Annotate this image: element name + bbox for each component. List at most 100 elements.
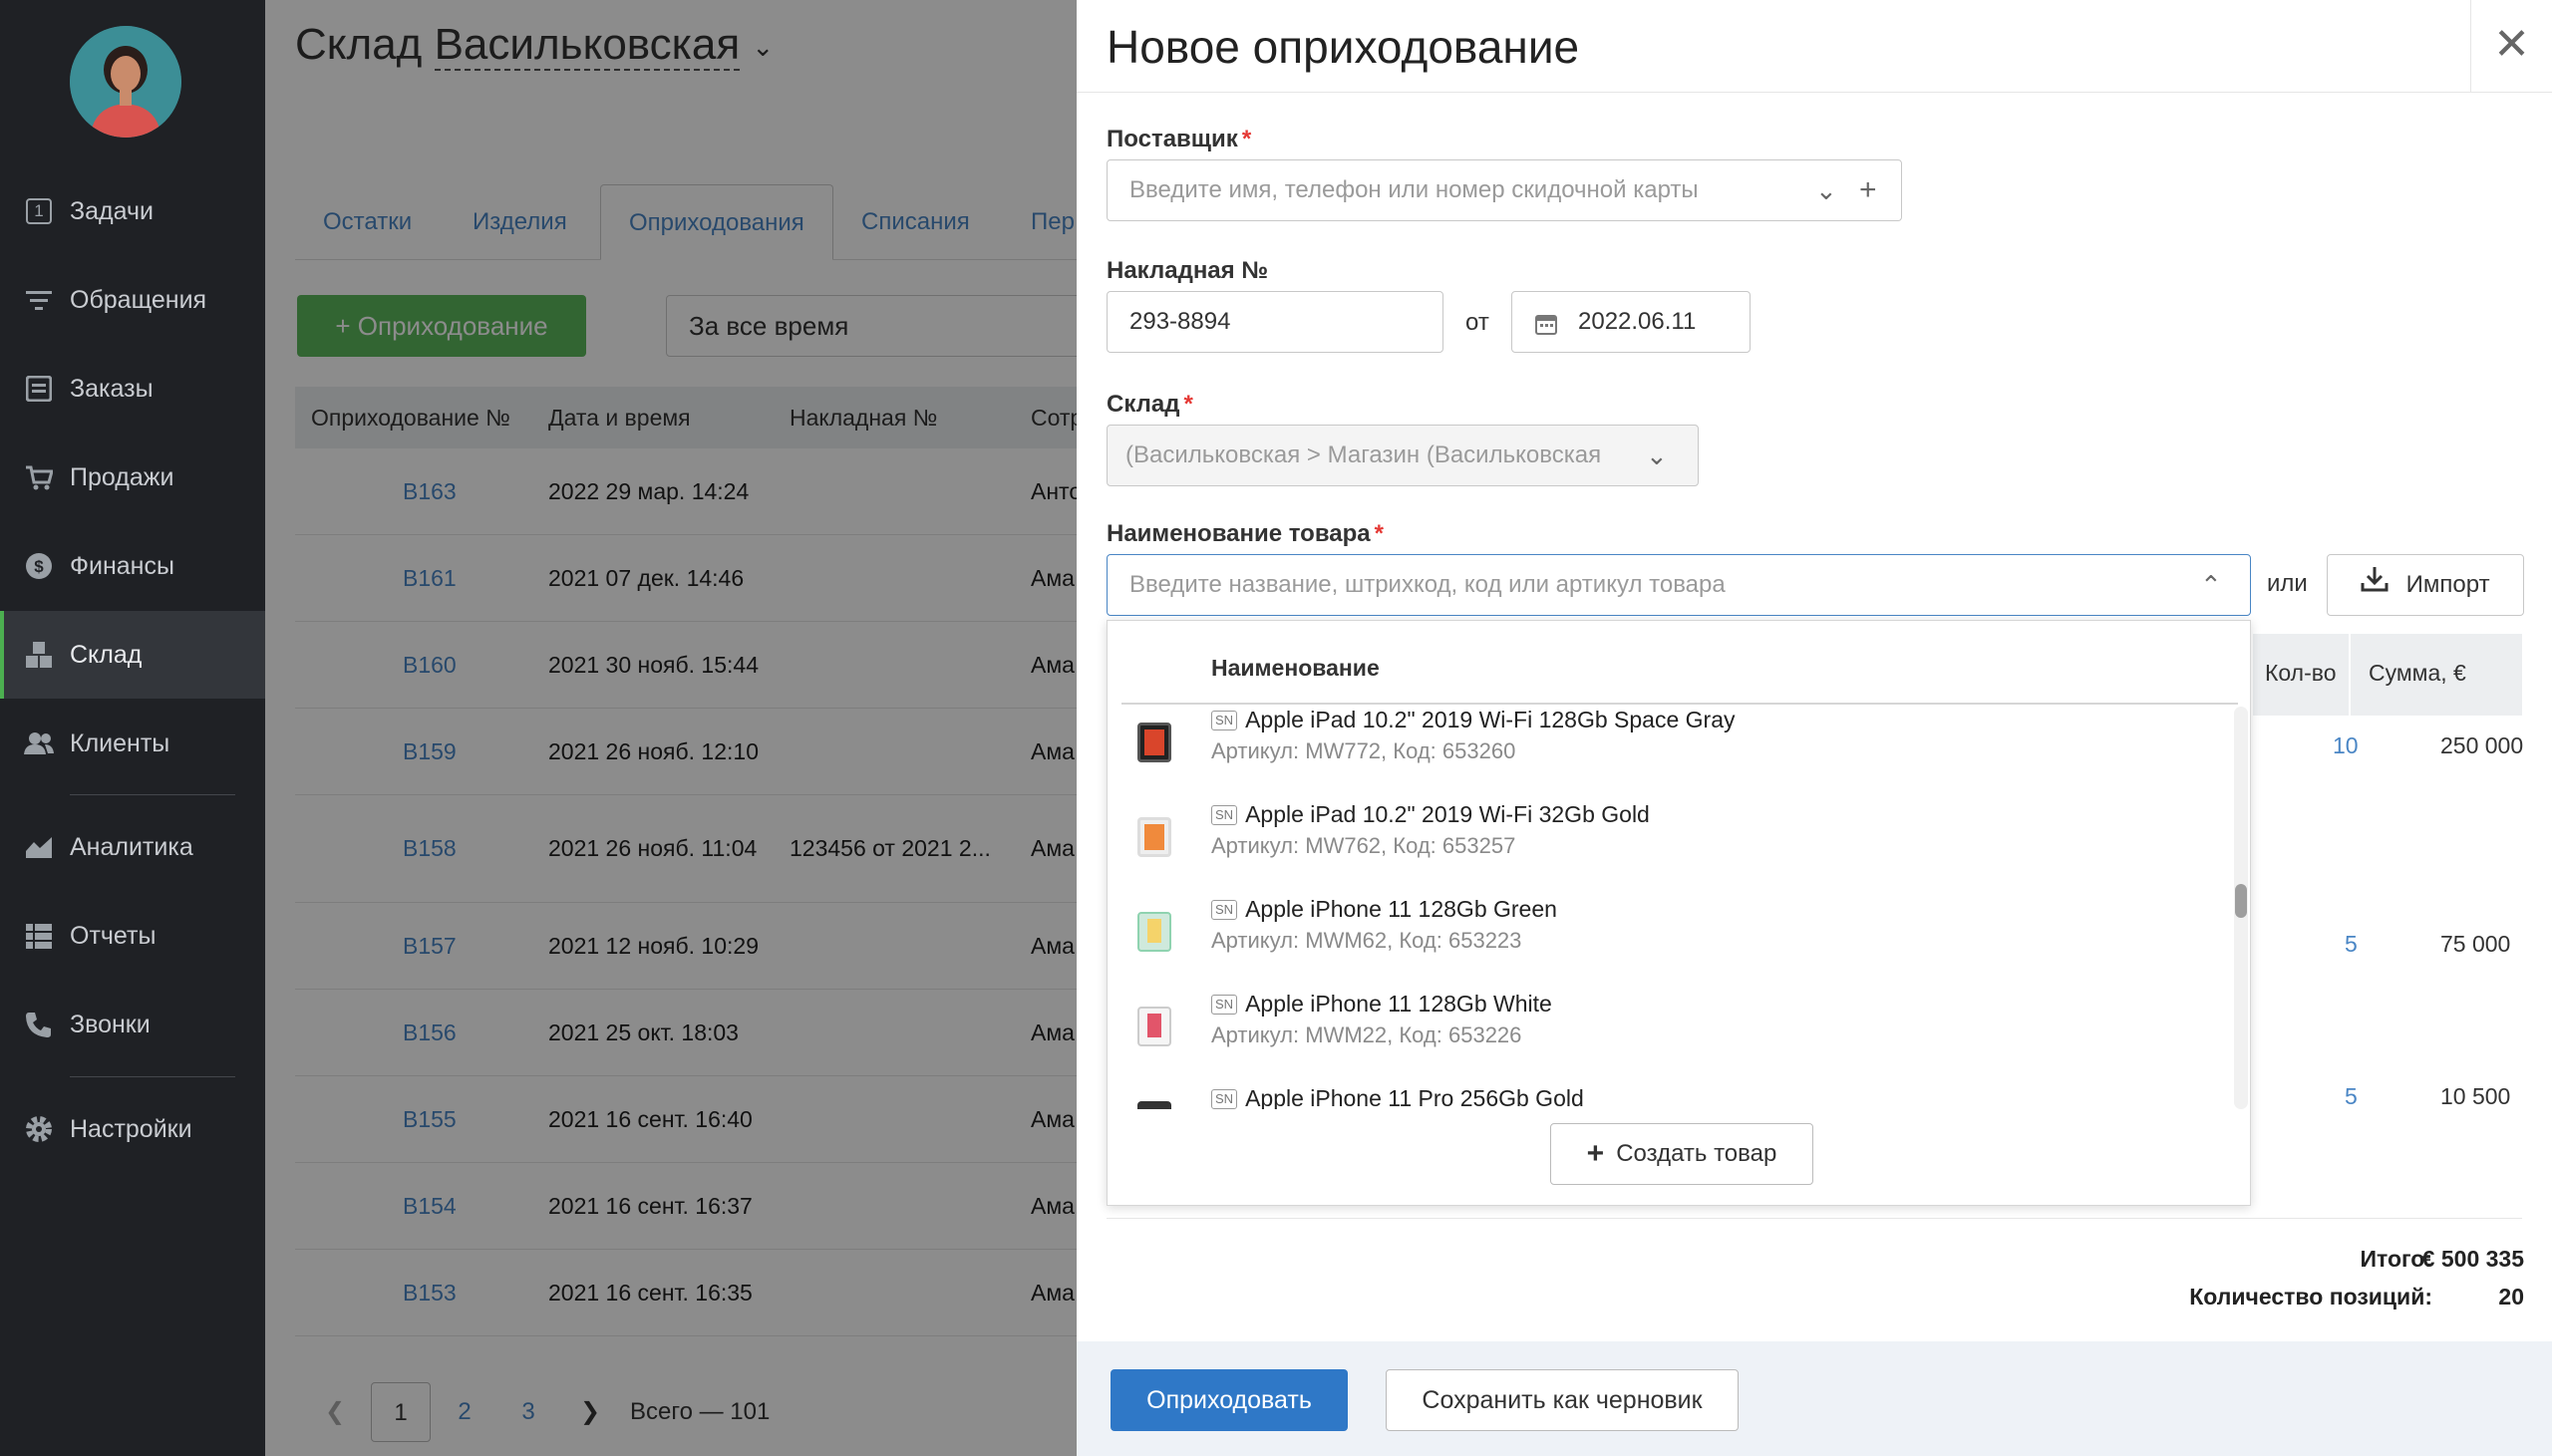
product-article: Артикул: MWM22, Код: 653226: [1211, 1022, 1522, 1047]
reports-icon: [24, 921, 54, 951]
column-divider: [2349, 634, 2351, 716]
tasks-icon: 1: [24, 196, 54, 226]
sidebar-item-label: Продажи: [70, 462, 174, 491]
chevron-up-icon[interactable]: ⌃: [2200, 555, 2222, 615]
cart-icon: [24, 462, 54, 492]
placeholder: Введите название, штрихкод, код или арти…: [1129, 571, 1726, 598]
sidebar-item-calls[interactable]: Звонки: [0, 981, 265, 1068]
create-product-button[interactable]: + Создать товар: [1550, 1123, 1813, 1185]
invoice-number-input[interactable]: 293-8894: [1107, 291, 1443, 353]
drawer-title: Новое оприходование: [1107, 21, 1580, 73]
required-mark: *: [1374, 520, 1384, 547]
serial-number-badge: SN: [1211, 995, 1238, 1015]
download-icon: [2360, 556, 2390, 616]
serial-number-badge: SN: [1211, 1089, 1238, 1109]
product-list: SN Apple iPad 10.2" 2019 Wi-Fi 128Gb Spac…: [1121, 707, 2218, 1109]
product-thumbnail: [1137, 912, 1171, 952]
warehouse-label: Склад *: [1107, 391, 1193, 419]
sidebar-item-label: Настройки: [70, 1114, 192, 1143]
sidebar-item-orders[interactable]: Заказы: [0, 345, 265, 433]
qty-header: Кол-во: [2265, 660, 2337, 686]
sidebar-item-label: Задачи: [70, 196, 154, 225]
product-thumbnail: [1137, 1007, 1171, 1046]
sum-header: Сумма, €: [2369, 660, 2466, 686]
product-name: SN Apple iPhone 11 128Gb Green: [1211, 896, 1557, 923]
divider: [1107, 1218, 2522, 1219]
orders-icon: [24, 374, 54, 404]
or-label: или: [2267, 570, 2308, 597]
save-draft-button[interactable]: Сохранить как черновик: [1386, 1369, 1739, 1431]
warehouse-icon: [24, 640, 54, 670]
product-search-input[interactable]: Введите название, штрихкод, код или арти…: [1107, 554, 2251, 616]
warehouse-select[interactable]: (Васильковская > Магазин (Васильковская …: [1107, 425, 1699, 486]
required-mark: *: [1241, 126, 1252, 152]
required-mark: *: [1183, 391, 1193, 418]
product-option[interactable]: SN Apple iPhone 11 Pro 256Gb Gold: [1121, 1085, 2218, 1109]
gear-icon: [24, 1114, 54, 1144]
item-qty[interactable]: 10: [2333, 732, 2359, 759]
sidebar-item-label: Заказы: [70, 374, 154, 403]
dropdown-column-title: Наименование: [1211, 655, 1380, 681]
chart-icon: [24, 832, 54, 862]
sidebar-item-warehouse[interactable]: Склад: [0, 611, 265, 699]
sidebar-item-clients[interactable]: Клиенты: [0, 700, 265, 787]
label-text: Склад: [1107, 391, 1180, 418]
drawer-footer: Оприходовать Сохранить как черновик: [1077, 1341, 2552, 1456]
product-option[interactable]: SN Apple iPhone 11 128Gb White Артикул: M…: [1121, 991, 2218, 1085]
item-sum: 250 000: [2440, 732, 2524, 758]
sidebar-item-sales[interactable]: Продажи: [0, 434, 265, 521]
total-value: 335 500 €: [2421, 1246, 2524, 1272]
item-qty[interactable]: 5: [2345, 931, 2358, 958]
avatar[interactable]: [70, 26, 181, 138]
sidebar-item-label: Звонки: [70, 1010, 151, 1038]
placeholder: Введите имя, телефон или номер скидочной…: [1129, 176, 1699, 203]
item-sum: 10 500: [2440, 1083, 2511, 1109]
supplier-label: Поставщик *: [1107, 126, 1251, 153]
sidebar: 1 Задачи Обращения Заказы Продажи $ Фина…: [0, 0, 265, 1456]
supplier-input[interactable]: Введите имя, телефон или номер скидочной…: [1107, 159, 1902, 221]
nav-divider: [70, 794, 235, 795]
product-option[interactable]: SN Apple iPad 10.2" 2019 Wi-Fi 128Gb Spac…: [1121, 707, 2218, 801]
product-name: SN Apple iPhone 11 128Gb White: [1211, 991, 1552, 1018]
sidebar-item-label: Обращения: [70, 285, 207, 314]
product-article: Артикул: MW772, Код: 653260: [1211, 738, 1516, 763]
item-qty[interactable]: 5: [2345, 1083, 2358, 1110]
product-name: SN Apple iPhone 11 Pro 256Gb Gold: [1211, 1085, 1584, 1109]
date-value: 2022.06.11: [1578, 308, 1697, 335]
sidebar-item-tasks[interactable]: 1 Задачи: [0, 167, 265, 255]
scrollbar-thumb[interactable]: [2235, 884, 2247, 918]
dollar-icon: $: [24, 551, 54, 581]
sidebar-item-settings[interactable]: Настройки: [0, 1085, 265, 1173]
chevron-down-icon[interactable]: ⌄: [1815, 160, 1837, 220]
sidebar-item-finance[interactable]: $ Финансы: [0, 522, 265, 610]
chevron-down-icon[interactable]: ⌄: [1646, 426, 1668, 485]
product-label: Наименование товара *: [1107, 520, 1384, 548]
plus-icon[interactable]: +: [1859, 160, 1877, 220]
sidebar-item-reports[interactable]: Отчеты: [0, 892, 265, 980]
product-title: Apple iPad 10.2" 2019 Wi-Fi 32Gb Gold: [1245, 801, 1650, 827]
label-text: Поставщик: [1107, 126, 1238, 152]
sidebar-item-analytics[interactable]: Аналитика: [0, 803, 265, 891]
product-option[interactable]: SN Apple iPad 10.2" 2019 Wi-Fi 32Gb Gold …: [1121, 801, 2218, 896]
sidebar-item-label: Финансы: [70, 551, 174, 580]
sidebar-item-requests[interactable]: Обращения: [0, 256, 265, 344]
calendar-icon[interactable]: [1534, 292, 1558, 352]
product-thumbnail: [1137, 1101, 1171, 1109]
product-title: Apple iPad 10.2" 2019 Wi-Fi 128Gb Space …: [1245, 707, 1736, 732]
new-receipt-drawer: Новое оприходование ✕ Поставщик * Введите…: [1077, 0, 2552, 1456]
import-button[interactable]: Импорт: [2327, 554, 2524, 616]
product-name: SN Apple iPad 10.2" 2019 Wi-Fi 32Gb Gold: [1211, 801, 1650, 828]
date-input[interactable]: 2022.06.11: [1511, 291, 1751, 353]
nav-divider: [70, 1076, 235, 1077]
filter-icon: [24, 285, 54, 315]
modal-overlay[interactable]: [265, 0, 1077, 1456]
close-icon[interactable]: ✕: [2470, 0, 2552, 92]
serial-number-badge: SN: [1211, 805, 1238, 825]
create-product-label: Создать товар: [1616, 1140, 1777, 1167]
submit-receipt-button[interactable]: Оприходовать: [1111, 1369, 1348, 1431]
product-thumbnail: [1137, 817, 1171, 857]
divider: [1077, 92, 2552, 93]
product-option[interactable]: SN Apple iPhone 11 128Gb Green Артикул: M…: [1121, 896, 2218, 991]
import-label: Импорт: [2405, 571, 2490, 598]
product-article: Артикул: MW762, Код: 653257: [1211, 833, 1516, 858]
